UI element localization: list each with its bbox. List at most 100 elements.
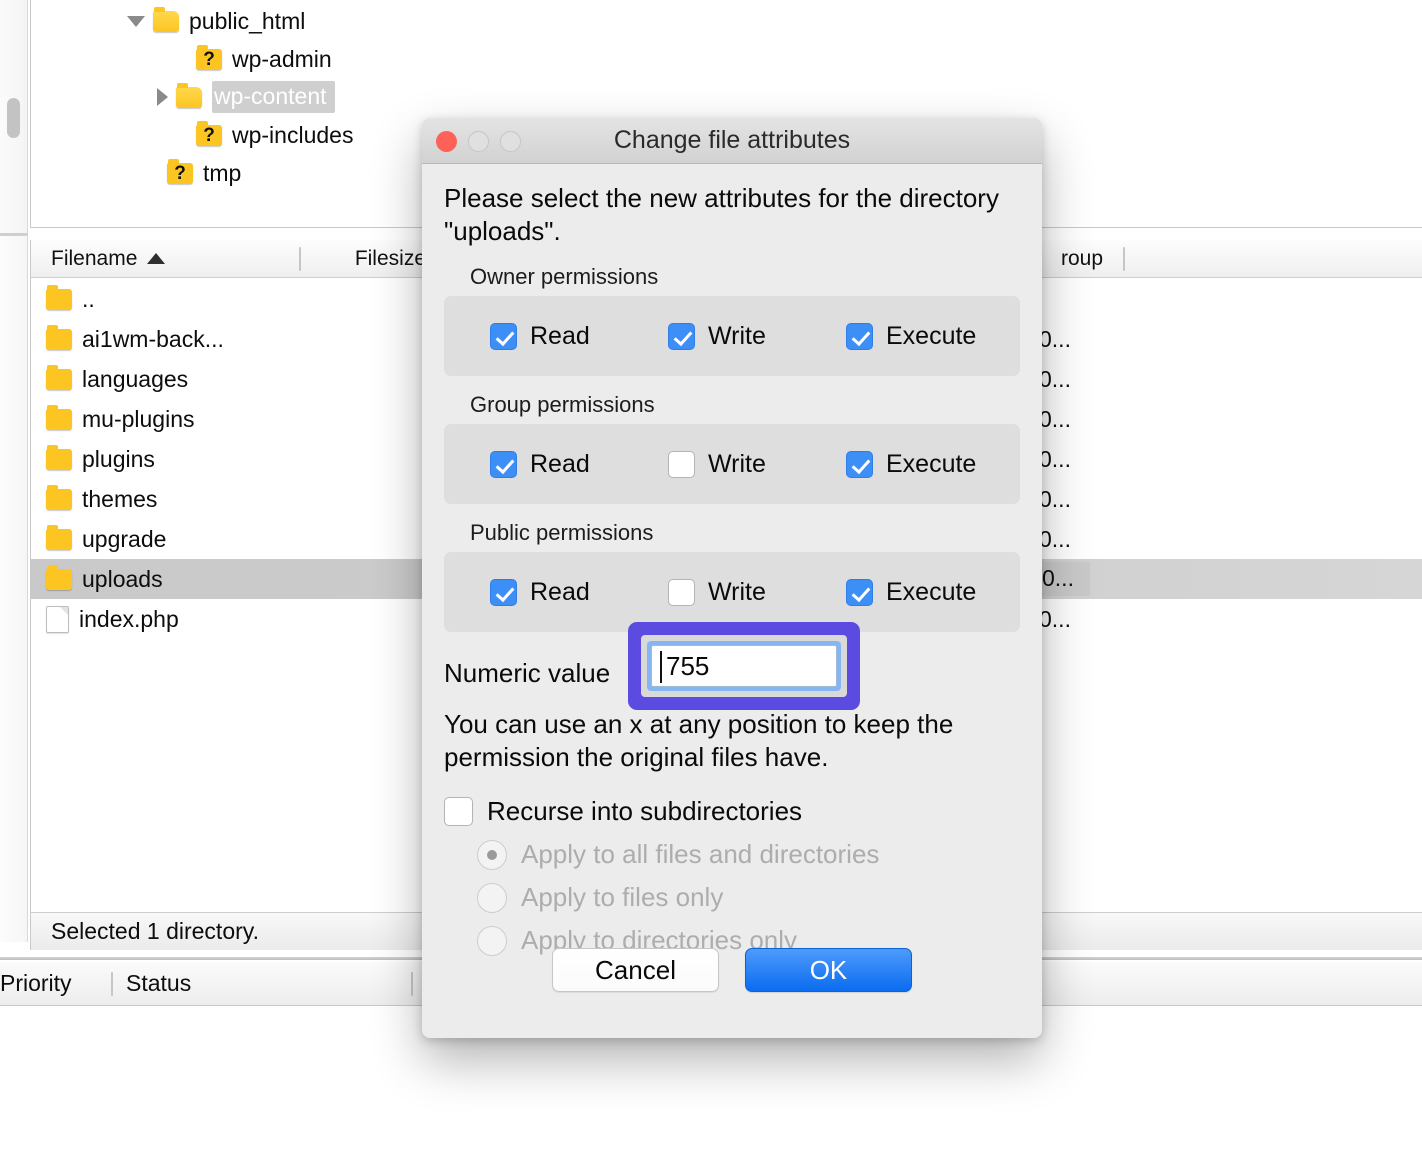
tree-item-wp-content[interactable]: wp-content [157, 78, 335, 116]
chevron-right-icon[interactable] [157, 88, 168, 106]
checkbox-label: Write [708, 450, 766, 479]
list-vertical-scrollbar[interactable] [0, 236, 28, 942]
file-group-cell: 0... [1039, 606, 1071, 633]
tree-item-wp-includes[interactable]: ? wp-includes [196, 116, 353, 154]
checkbox-checked-icon[interactable] [668, 323, 695, 350]
numeric-value-row: Numeric value 755 [444, 640, 1020, 706]
ok-button[interactable]: OK [745, 948, 912, 992]
focus-ring: 755 [647, 641, 841, 691]
tree-item-label: public_html [189, 8, 305, 35]
file-name-cell: uploads [31, 566, 331, 593]
recurse-into-subdirectories-checkbox[interactable]: Recurse into subdirectories [444, 796, 1020, 827]
file-group-cell: 0... [1039, 366, 1071, 393]
column-header-group[interactable]: roup [1061, 240, 1103, 278]
checkbox-checked-icon[interactable] [846, 579, 873, 606]
numeric-value-field-wrapper: 755 [641, 635, 847, 697]
folder-icon [46, 409, 72, 430]
cancel-button[interactable]: Cancel [552, 948, 719, 992]
tree-item-label: wp-admin [232, 46, 332, 73]
file-name-cell: index.php [31, 606, 331, 633]
traffic-lights [436, 118, 521, 164]
tree-item-label: wp-includes [232, 122, 353, 149]
column-label: roup [1061, 247, 1103, 271]
owner-permissions-group: Read Write Execute [444, 296, 1020, 376]
file-name-label: upgrade [82, 526, 166, 553]
numeric-value-annotation-highlight: 755 [628, 622, 860, 710]
dialog-body: Please select the new attributes for the… [422, 164, 1042, 956]
tree-item-public-html[interactable]: public_html [127, 2, 305, 40]
dialog-prompt: Please select the new attributes for the… [444, 182, 1020, 248]
folder-question-icon: ? [196, 49, 222, 70]
public-read-checkbox[interactable]: Read [490, 578, 668, 607]
column-header-filename[interactable]: Filename [31, 240, 296, 278]
public-write-checkbox[interactable]: Write [668, 578, 846, 607]
numeric-value-label: Numeric value [444, 658, 610, 689]
folder-open-icon [153, 11, 179, 32]
group-execute-checkbox[interactable]: Execute [846, 450, 976, 479]
dialog-titlebar[interactable]: Change file attributes [422, 118, 1042, 164]
radio-apply-files-only: Apply to files only [477, 882, 1020, 913]
owner-write-checkbox[interactable]: Write [668, 322, 846, 351]
file-group-cell: 0... [1039, 446, 1071, 473]
public-execute-checkbox[interactable]: Execute [846, 578, 976, 607]
scrollbar-thumb[interactable] [7, 98, 20, 138]
checkbox-label: Read [530, 450, 590, 479]
checkbox-label: Write [708, 578, 766, 607]
owner-read-checkbox[interactable]: Read [490, 322, 668, 351]
column-label: Status [126, 970, 191, 997]
folder-icon [46, 489, 72, 510]
checkbox-unchecked-icon[interactable] [668, 451, 695, 478]
close-icon[interactable] [436, 131, 457, 152]
folder-question-icon: ? [167, 163, 193, 184]
column-header-priority[interactable]: Priority [0, 965, 118, 1003]
checkbox-checked-icon[interactable] [846, 323, 873, 350]
column-header-filesize[interactable]: Filesize [296, 240, 436, 278]
numeric-value-hint: You can use an x at any position to keep… [444, 708, 1020, 774]
owner-execute-checkbox[interactable]: Execute [846, 322, 976, 351]
checkbox-label: Read [530, 578, 590, 607]
column-resizer[interactable] [1123, 247, 1125, 271]
file-name-label: languages [82, 366, 188, 393]
file-name-cell: themes [31, 486, 331, 513]
folder-icon [46, 529, 72, 550]
tree-item-tmp[interactable]: ? tmp [167, 154, 241, 192]
checkbox-checked-icon[interactable] [490, 323, 517, 350]
chevron-down-icon[interactable] [127, 16, 145, 27]
app-window: public_html ? wp-admin wp-content ? wp-i… [0, 0, 1422, 1166]
group-read-checkbox[interactable]: Read [490, 450, 668, 479]
column-label: Filesize [355, 247, 426, 271]
column-header-status[interactable]: Status [118, 965, 191, 1003]
checkbox-unchecked-icon[interactable] [444, 797, 473, 826]
checkbox-checked-icon[interactable] [490, 579, 517, 606]
folder-icon [46, 449, 72, 470]
column-resizer[interactable] [111, 972, 113, 996]
folder-open-icon [176, 87, 202, 108]
text-cursor [660, 651, 662, 683]
tree-item-wp-admin[interactable]: ? wp-admin [196, 40, 332, 78]
status-bar-label: Selected 1 directory. [51, 918, 259, 945]
checkbox-checked-icon[interactable] [490, 451, 517, 478]
tree-item-label: wp-content [212, 81, 335, 113]
numeric-value-text: 755 [666, 651, 709, 682]
tree-item-label: tmp [203, 160, 241, 187]
checkbox-checked-icon[interactable] [846, 451, 873, 478]
sort-ascending-icon [147, 253, 165, 264]
column-resizer[interactable] [411, 972, 413, 996]
radio-apply-all: Apply to all files and directories [477, 839, 1020, 870]
file-icon [46, 606, 69, 633]
group-write-checkbox[interactable]: Write [668, 450, 846, 479]
checkbox-label: Execute [886, 578, 976, 607]
file-name-cell: upgrade [31, 526, 331, 553]
owner-permissions-label: Owner permissions [470, 264, 1020, 290]
group-permissions-label: Group permissions [470, 392, 1020, 418]
numeric-value-input[interactable]: 755 [651, 645, 837, 687]
file-name-label: themes [82, 486, 157, 513]
file-group-cell: 0... [1039, 326, 1071, 353]
checkbox-unchecked-icon[interactable] [668, 579, 695, 606]
file-name-cell: mu-plugins [31, 406, 331, 433]
file-group-cell: 0... [1039, 562, 1090, 596]
folder-icon [46, 369, 72, 390]
tree-vertical-scrollbar[interactable] [0, 0, 28, 233]
column-label: Filename [51, 247, 137, 271]
file-name-cell: ai1wm-back... [31, 326, 331, 353]
